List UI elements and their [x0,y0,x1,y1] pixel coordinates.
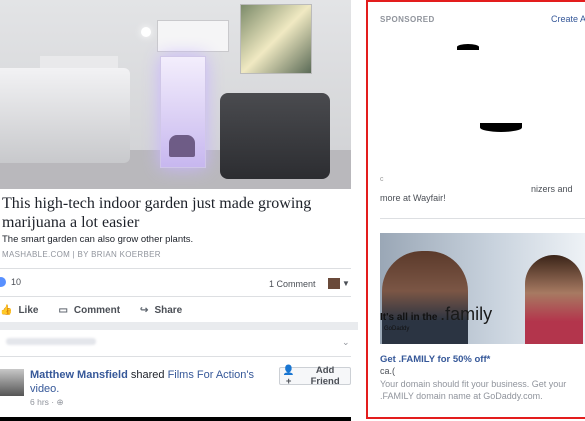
tagline-word: .family [440,304,493,324]
sponsored-label: SPONSORED [380,15,435,24]
article-headline[interactable]: This high-tech indoor garden just made g… [2,194,342,232]
blurred-header [6,338,96,345]
like-reaction-icon [0,277,6,287]
add-person-icon: 👤+ [282,365,295,387]
post-card: This high-tech indoor garden just made g… [0,0,358,322]
reactions-summary[interactable]: 10 [0,277,21,287]
ad-image-fragment[interactable] [457,44,479,50]
page-link[interactable]: Films For Action [168,369,247,381]
poster-name[interactable]: Matthew Mansfield [30,369,128,381]
globe-icon: · ⊕ [51,397,64,407]
image-lamp [141,27,151,37]
share-icon: ↪ [140,304,149,316]
like-button[interactable]: 👍 Like [0,302,38,318]
add-friend-button[interactable]: 👤+ Add Friend [279,365,351,387]
divider [0,356,351,357]
ad2-title[interactable]: Get .FAMILY for 50% off* [380,354,490,365]
image-bed [0,68,130,163]
image-wall-frame [157,20,229,52]
thumbs-up-icon: 👍 [0,304,13,316]
ad2-image[interactable]: It's all in the .family GoDaddy [380,233,585,344]
image-chair [220,93,330,179]
comment-icon: ▭ [58,304,68,316]
ad1-line1: nizers and [531,184,573,194]
ad-image-girl [525,255,583,344]
chevron-down-icon[interactable]: ▼ [342,279,350,288]
avatar[interactable] [0,369,24,396]
verb: shared [130,369,165,381]
news-feed: This high-tech indoor garden just made g… [0,0,358,421]
video-preview-edge[interactable] [0,417,351,421]
add-friend-label: Add Friend [310,365,340,387]
post-timestamp[interactable]: 6 hrs · ⊕ [30,397,64,408]
like-count: 10 [11,277,22,287]
ad1-fragment: c [380,176,384,183]
like-label: Like [18,304,39,316]
article-source[interactable]: MASHABLE.COM | BY BRIAN KOERBER [2,250,161,259]
ad2-domain: ca.( [380,366,396,376]
ad1-line2: more at Wayfair! [380,193,446,203]
post-actions: 👍 Like ▭ Comment ↪ Share [0,302,351,318]
tagline-prefix: It's all in the [380,312,438,323]
divider [0,296,351,297]
shared-post-card: ⌄ Matthew Mansfield shared Films For Act… [0,330,358,421]
article-image[interactable] [0,0,351,189]
divider [380,218,585,219]
comment-button[interactable]: ▭ Comment [58,302,120,318]
divider [0,268,351,269]
image-plant [169,135,195,157]
timestamp-text: 6 hrs [30,397,49,407]
image-wall-art [240,4,312,74]
chevron-down-icon[interactable]: ⌄ [342,337,350,348]
share-label: Share [154,304,183,316]
viewer-avatar[interactable] [328,278,340,289]
ad2-description: Your domain should fit your business. Ge… [380,379,567,401]
post-header: Matthew Mansfield shared Films For Actio… [30,368,275,396]
ad-brand-mark: GoDaddy [384,326,410,332]
article-subtext: The smart garden can also grow other pla… [2,234,194,245]
comment-label: Comment [73,304,121,316]
ad-image-tagline: It's all in the .family [380,304,492,325]
share-button[interactable]: ↪ Share [140,302,182,318]
create-ad-link[interactable]: Create A [551,14,585,24]
ad-image-fragment[interactable] [480,123,522,132]
comment-count[interactable]: 1 Comment [269,279,316,289]
